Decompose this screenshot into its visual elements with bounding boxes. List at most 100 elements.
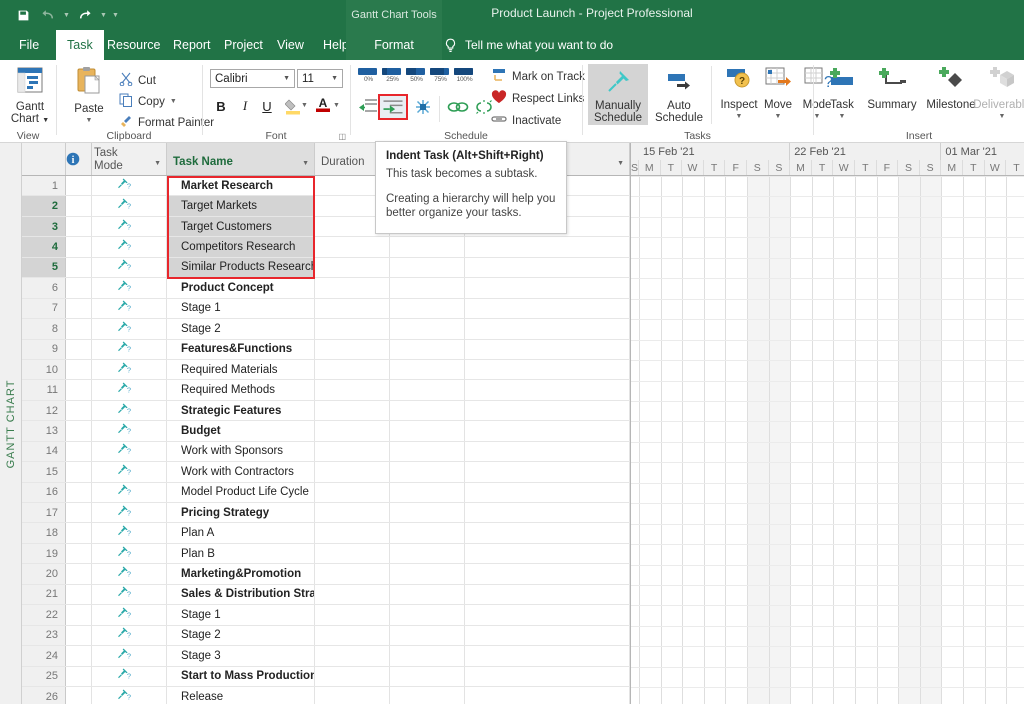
cell-duration[interactable] (315, 564, 390, 583)
cell-task-name[interactable]: Target Customers (167, 217, 315, 236)
tab-format[interactable]: Format (346, 30, 442, 60)
cell-duration[interactable] (315, 299, 390, 318)
cell-task-name[interactable]: Stage 1 (167, 605, 315, 624)
cell-task-mode[interactable]: ? (92, 626, 167, 645)
cell-indicators[interactable] (66, 237, 92, 256)
cell-duration[interactable] (315, 258, 390, 277)
move-caret[interactable]: ▼ (775, 111, 782, 124)
cell-predecessors[interactable] (465, 340, 630, 359)
cell-predecessors[interactable] (465, 564, 630, 583)
cell-task-mode[interactable]: ? (92, 442, 167, 461)
row-number[interactable]: 3 (22, 217, 66, 236)
cell-task-name[interactable]: Release (167, 687, 315, 704)
cell-predecessors[interactable] (465, 585, 630, 604)
cell-duration[interactable] (315, 237, 390, 256)
table-row[interactable]: 11?Required Methods (22, 380, 630, 400)
cell-duration[interactable] (315, 340, 390, 359)
gantt-chart-button[interactable]: Gantt Chart ▼ (8, 66, 52, 128)
row-number[interactable]: 9 (22, 340, 66, 359)
row-number[interactable]: 15 (22, 462, 66, 481)
paste-button[interactable]: Paste ▼ (67, 66, 111, 128)
row-number[interactable]: 26 (22, 687, 66, 704)
cell-task-name[interactable]: Required Materials (167, 360, 315, 379)
format-painter-button[interactable]: Format Painter (119, 114, 214, 131)
copy-button[interactable]: Copy ▼ (119, 93, 177, 110)
cell-indicators[interactable] (66, 380, 92, 399)
cell-task-name[interactable]: Required Methods (167, 380, 315, 399)
cell-predecessors[interactable] (465, 503, 630, 522)
row-number[interactable]: 12 (22, 401, 66, 420)
cell-task-mode[interactable]: ? (92, 585, 167, 604)
table-row[interactable]: 21?Sales & Distribution Strategy (22, 585, 630, 605)
cell-start[interactable] (390, 421, 465, 440)
row-number[interactable]: 10 (22, 360, 66, 379)
cell-task-mode[interactable]: ? (92, 421, 167, 440)
cell-task-mode[interactable]: ? (92, 646, 167, 665)
cell-predecessors[interactable] (465, 626, 630, 645)
cell-predecessors[interactable] (465, 421, 630, 440)
font-color-caret[interactable]: ▼ (333, 102, 340, 109)
cell-task-mode[interactable]: ? (92, 667, 167, 686)
cell-predecessors[interactable] (465, 401, 630, 420)
table-row[interactable]: 25?Start to Mass Production (22, 667, 630, 687)
cell-duration[interactable] (315, 605, 390, 624)
tab-resource[interactable]: Resource (96, 30, 172, 60)
pct-0-button[interactable]: 0% (358, 68, 379, 83)
cell-start[interactable] (390, 401, 465, 420)
cell-start[interactable] (390, 503, 465, 522)
cell-task-mode[interactable]: ? (92, 258, 167, 277)
row-number[interactable]: 1 (22, 176, 66, 195)
font-size-caret[interactable]: ▼ (331, 75, 342, 82)
cell-task-name[interactable]: Pricing Strategy (167, 503, 315, 522)
link-tasks-button[interactable] (447, 99, 469, 119)
table-row[interactable]: 23?Stage 2 (22, 626, 630, 646)
cell-indicators[interactable] (66, 217, 92, 236)
cell-duration[interactable] (315, 319, 390, 338)
cell-start[interactable] (390, 442, 465, 461)
cell-start[interactable] (390, 687, 465, 704)
cell-indicators[interactable] (66, 667, 92, 686)
row-number[interactable]: 13 (22, 421, 66, 440)
row-number[interactable]: 6 (22, 278, 66, 297)
table-row[interactable]: 17?Pricing Strategy (22, 503, 630, 523)
cell-indicators[interactable] (66, 564, 92, 583)
gantt-chart-body[interactable] (631, 176, 1024, 704)
cell-task-name[interactable]: Plan A (167, 523, 315, 542)
cell-predecessors[interactable] (465, 544, 630, 563)
copy-dropdown-caret[interactable]: ▼ (170, 98, 177, 105)
cell-predecessors[interactable] (465, 462, 630, 481)
table-row[interactable]: 7?Stage 1 (22, 299, 630, 319)
tell-me-search[interactable]: Tell me what you want to do (444, 30, 613, 60)
cell-duration[interactable] (315, 380, 390, 399)
tab-project[interactable]: Project (213, 30, 274, 60)
cell-task-name[interactable]: Budget (167, 421, 315, 440)
cell-task-name[interactable]: Market Research (167, 176, 315, 195)
cell-indicators[interactable] (66, 626, 92, 645)
cell-predecessors[interactable] (465, 523, 630, 542)
cell-start[interactable] (390, 237, 465, 256)
inactivate-button[interactable]: Inactivate (491, 112, 561, 129)
cell-task-name[interactable]: Start to Mass Production (167, 667, 315, 686)
cell-predecessors[interactable] (465, 483, 630, 502)
insert-summary-button[interactable]: Summary (864, 66, 920, 111)
tab-file[interactable]: File (8, 30, 50, 60)
cell-start[interactable] (390, 564, 465, 583)
predecessors-filter-caret[interactable]: ▼ (617, 160, 624, 167)
table-row[interactable]: 5?Similar Products Research (22, 258, 630, 278)
table-row[interactable]: 6?Product Concept (22, 278, 630, 298)
cell-start[interactable] (390, 299, 465, 318)
cell-predecessors[interactable] (465, 646, 630, 665)
column-header-task-name[interactable]: Task Name ▼ (167, 143, 315, 175)
cell-task-mode[interactable]: ? (92, 196, 167, 215)
table-row[interactable]: 8?Stage 2 (22, 319, 630, 339)
cell-task-mode[interactable]: ? (92, 523, 167, 542)
inspect-caret[interactable]: ▼ (736, 111, 743, 124)
cell-task-name[interactable]: Stage 2 (167, 626, 315, 645)
cell-predecessors[interactable] (465, 380, 630, 399)
row-number[interactable]: 19 (22, 544, 66, 563)
cell-duration[interactable] (315, 421, 390, 440)
cell-task-mode[interactable]: ? (92, 299, 167, 318)
pct-50-button[interactable]: 50% (406, 68, 427, 83)
cell-task-mode[interactable]: ? (92, 503, 167, 522)
cell-duration[interactable] (315, 442, 390, 461)
